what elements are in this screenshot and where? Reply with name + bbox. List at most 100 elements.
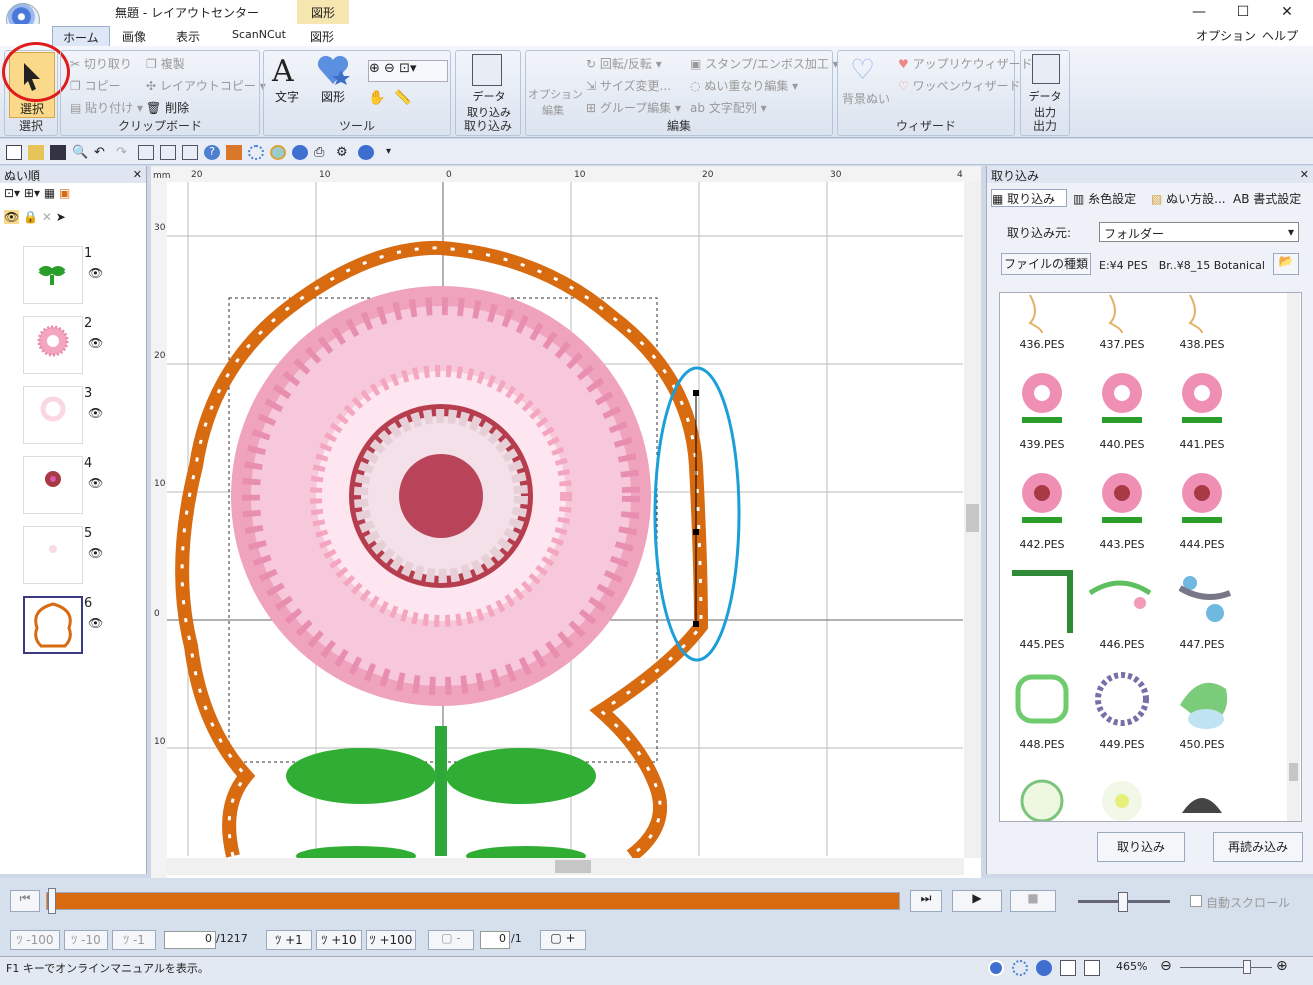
delete-button[interactable]: 🗑 削除 (146, 99, 189, 116)
auto-scroll-checkbox[interactable] (1190, 895, 1202, 907)
tab-stitch-type[interactable]: ▧ ぬい方設... (1151, 190, 1226, 207)
zoom-out-icon[interactable]: ⊖ (1160, 958, 1172, 974)
grid-icon[interactable] (1060, 960, 1076, 976)
import-button[interactable]: 取り込み (1097, 832, 1185, 862)
patch-button[interactable]: ♡ ワッペンウィザード (898, 77, 1021, 94)
zoom-out-icon[interactable]: ⊖ (384, 61, 395, 76)
eye-icon[interactable]: 👁 (88, 406, 103, 420)
zoom-slider-handle[interactable] (1243, 960, 1251, 974)
bg-stitch-button[interactable]: 背景ぬい (842, 90, 890, 107)
data-import-button[interactable]: データ 取り込み (460, 88, 518, 120)
machine-icon[interactable]: ⚙ (336, 145, 352, 160)
overlap-button[interactable]: ◌ ぬい重なり編集 ▾ (690, 77, 798, 94)
eye-toggle-icon[interactable]: 👁 (4, 210, 20, 224)
file-name[interactable]: 448.PES (1012, 738, 1072, 751)
stitch-minus-100-button[interactable]: ﾂ -100 (10, 930, 60, 950)
open-folder-icon[interactable] (28, 145, 44, 160)
file-name[interactable]: 438.PES (1172, 338, 1232, 351)
close-button[interactable]: ✕ (1274, 2, 1300, 22)
layout-copy-button[interactable]: ✣ レイアウトコピー ▾ (146, 77, 266, 94)
group-edit-button[interactable]: ⊞ グループ編集 ▾ (586, 99, 681, 116)
options-menu[interactable]: オプション (1196, 27, 1256, 44)
file-name[interactable]: 440.PES (1092, 438, 1152, 451)
data-output-button[interactable]: データ 出力 (1022, 88, 1068, 120)
help-menu[interactable]: ヘルプ (1262, 27, 1298, 44)
measure-icon[interactable]: 📏 (394, 90, 411, 106)
circle-view-icon[interactable] (292, 145, 308, 160)
file-name[interactable]: 447.PES (1172, 638, 1232, 651)
file-name[interactable]: 436.PES (1012, 338, 1072, 351)
stitch-plus-100-button[interactable]: ﾂ +100 (366, 930, 416, 950)
file-name[interactable]: 449.PES (1092, 738, 1152, 751)
stitch-thumb[interactable] (23, 246, 83, 304)
play-icon[interactable]: ▶ (952, 890, 1002, 912)
minimize-button[interactable]: — (1186, 2, 1212, 22)
layers-icon[interactable]: ▦ (44, 186, 55, 200)
pointer-icon[interactable]: ➤ (56, 210, 66, 224)
undo-icon[interactable]: ↶ (94, 145, 110, 160)
file-name[interactable]: 450.PES (1172, 738, 1232, 751)
file-name[interactable]: 442.PES (1012, 538, 1072, 551)
text-tool-button[interactable]: 文字 (275, 88, 299, 105)
maximize-button[interactable]: ☐ (1230, 2, 1256, 22)
tab-format[interactable]: AB 書式設定 (1233, 190, 1301, 207)
stitch-plus-10-button[interactable]: ﾂ +10 (316, 930, 362, 950)
stitch-view-icon[interactable] (248, 145, 264, 160)
copy-button[interactable]: ❐ コピー (70, 77, 121, 94)
options-edit-button[interactable]: オプション 編集 (528, 86, 583, 118)
horizontal-scroll-thumb[interactable] (555, 860, 591, 873)
eye-icon[interactable]: 👁 (88, 546, 103, 560)
stitch-minus-1-button[interactable]: ﾂ -1 (112, 930, 156, 950)
stitch-minus-10-button[interactable]: ﾂ -10 (64, 930, 108, 950)
design-canvas[interactable]: mm 20 10 0 10 20 30 4 30 20 10 0 10 (151, 166, 981, 878)
sheet-icon[interactable] (182, 145, 198, 160)
page-view-icon[interactable] (1084, 960, 1100, 976)
frame-icon[interactable] (138, 145, 154, 160)
stamp-button[interactable]: ▣ スタンプ/エンボス加工 ▾ (690, 55, 839, 72)
node-handle[interactable] (693, 529, 699, 535)
stitch-thumb[interactable] (23, 456, 83, 514)
pan-hand-icon[interactable]: ✋ (368, 90, 385, 106)
stitch-progress-track[interactable] (46, 892, 900, 910)
source-select[interactable]: フォルダー ▾ (1099, 222, 1299, 242)
color-icon[interactable]: ▣ (59, 186, 70, 200)
help-icon[interactable]: ? (204, 145, 220, 160)
flower-embroidery[interactable] (231, 286, 651, 866)
new-file-icon[interactable] (6, 145, 22, 160)
rotate-button[interactable]: ↻ 回転/反転 ▾ (586, 55, 662, 72)
zoom-in-icon[interactable]: ⊕ (1276, 958, 1288, 974)
duplicate-button[interactable]: ❐ 複製 (146, 55, 185, 72)
stitch-count-input[interactable]: 0 (164, 931, 216, 949)
tab-thread-color[interactable]: ▥ 糸色設定 (1073, 190, 1136, 207)
open-folder-icon[interactable]: 📂 (1273, 253, 1299, 275)
zoom-fit-icon[interactable]: ⊡ (399, 61, 410, 76)
realistic-mode-icon[interactable] (1036, 960, 1052, 976)
stitch-view-mode-icon[interactable] (1012, 960, 1028, 976)
eye-icon[interactable]: 👁 (88, 476, 103, 490)
zoom-tools[interactable]: ⊕ ⊖ ⊡▾ (368, 60, 448, 82)
tab-image[interactable]: 画像 (112, 26, 156, 46)
view-mode-icon[interactable] (988, 960, 1004, 976)
panel-close-icon[interactable]: ✕ (1300, 168, 1309, 181)
zoom-icon[interactable]: 🔍 (72, 145, 88, 160)
file-name[interactable]: 446.PES (1092, 638, 1152, 651)
tab-import[interactable]: ▦ 取り込み (991, 189, 1067, 207)
eye-icon[interactable]: 👁 (88, 616, 103, 630)
stitch-thumb[interactable] (23, 526, 83, 584)
node-handle[interactable] (693, 390, 699, 396)
stitch-thumb-selected[interactable] (23, 596, 83, 654)
progress-handle[interactable] (48, 888, 56, 914)
file-name[interactable]: 437.PES (1092, 338, 1152, 351)
lock-icon[interactable]: 🔒 (23, 210, 38, 224)
stitch-order-icon[interactable] (226, 145, 242, 160)
paste-button[interactable]: ▤ 貼り付け ▾ (70, 99, 143, 116)
file-name[interactable]: 444.PES (1172, 538, 1232, 551)
node-handle[interactable] (693, 621, 699, 627)
applique-button[interactable]: ♥ アップリケウィザード (898, 55, 1033, 72)
stitch-thumb[interactable] (23, 386, 83, 444)
color-count-input[interactable]: 0 (480, 931, 510, 949)
page-icon[interactable] (160, 145, 176, 160)
qat-dropdown-icon[interactable]: ▾ (386, 146, 391, 157)
skip-start-icon[interactable]: ⏮ (10, 890, 40, 912)
color-plus-button[interactable]: ▢ + (540, 930, 586, 950)
